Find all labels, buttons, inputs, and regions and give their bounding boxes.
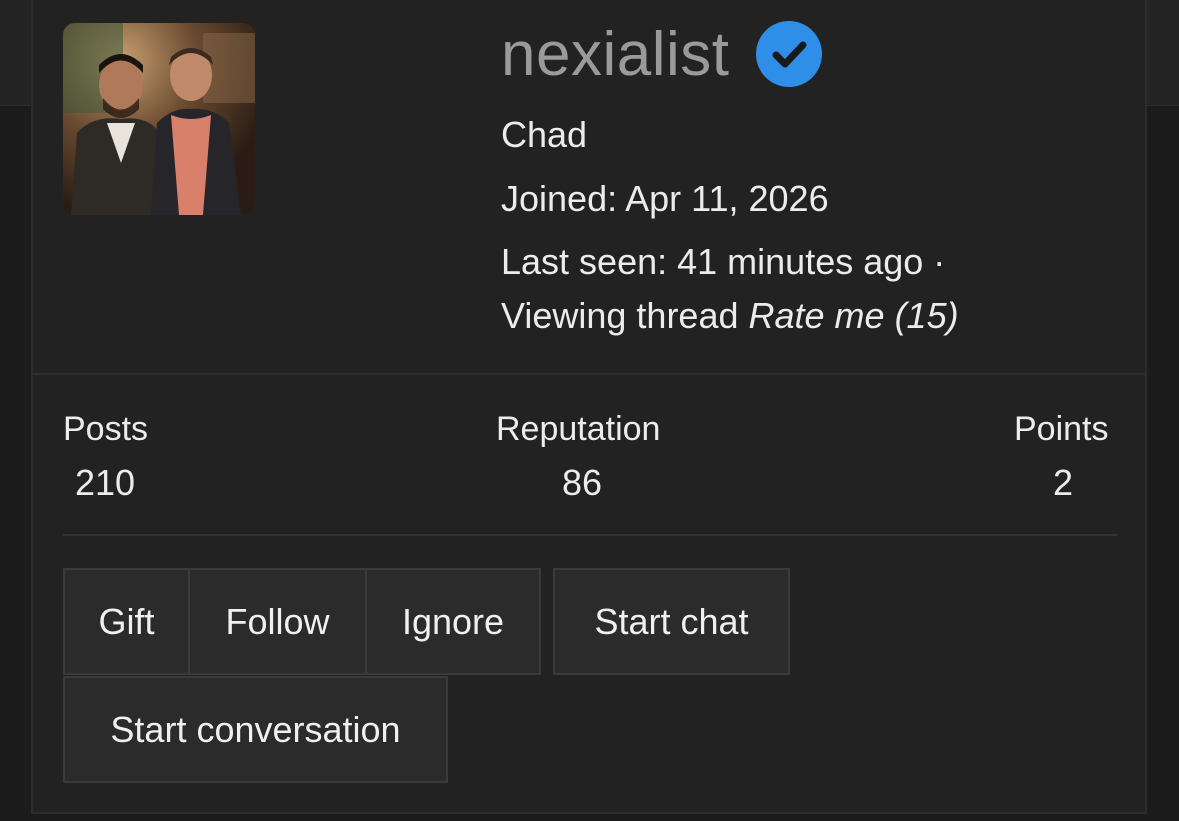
ignore-button[interactable]: Ignore bbox=[365, 568, 541, 675]
last-seen: Last seen: 41 minutes ago · bbox=[501, 241, 946, 282]
posts-label: Posts bbox=[63, 410, 149, 448]
points-label: Points bbox=[1014, 410, 1109, 448]
reputation-label: Reputation bbox=[496, 410, 661, 448]
verified-check-icon bbox=[755, 21, 822, 87]
section-divider bbox=[33, 373, 1145, 375]
avatar[interactable] bbox=[63, 23, 255, 215]
points-value[interactable]: 2 bbox=[1053, 462, 1073, 504]
stats-divider bbox=[63, 534, 1117, 536]
activity-thread-link[interactable]: Rate me (15) bbox=[749, 295, 959, 336]
user-avatar-photo bbox=[63, 23, 255, 215]
joined-date: Joined: Apr 11, 2026 bbox=[501, 178, 829, 219]
user-title: Chad bbox=[501, 114, 588, 155]
posts-value[interactable]: 210 bbox=[75, 462, 135, 504]
activity-prefix: Viewing thread bbox=[501, 295, 739, 336]
username-row: nexialist bbox=[501, 14, 822, 94]
reputation-value[interactable]: 86 bbox=[562, 462, 602, 504]
start-conversation-button[interactable]: Start conversation bbox=[63, 676, 448, 783]
current-activity: Viewing thread Rate me (15) bbox=[501, 295, 959, 337]
username[interactable]: nexialist bbox=[501, 19, 730, 90]
follow-button[interactable]: Follow bbox=[188, 568, 367, 675]
gift-button[interactable]: Gift bbox=[63, 568, 190, 675]
start-chat-button[interactable]: Start chat bbox=[553, 568, 790, 675]
